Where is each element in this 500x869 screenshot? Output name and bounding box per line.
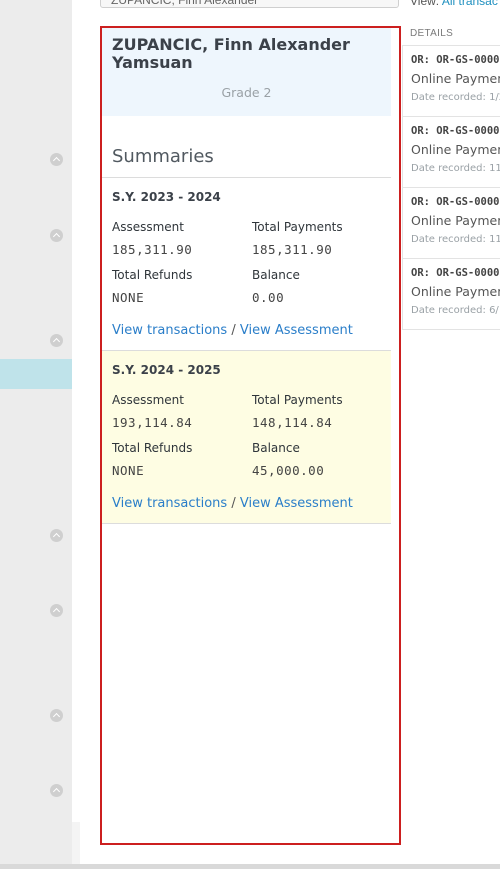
balance-value: 0.00 — [252, 290, 285, 305]
transactions-panel: View: All transac DETAILS OR: OR-GS-0000… — [402, 0, 500, 869]
view-assessment-link[interactable]: View Assessment — [240, 323, 353, 338]
chevron-up-icon[interactable] — [50, 529, 63, 542]
school-year-summary-current: S.Y. 2024 - 2025 Assessment 193,114.84 T… — [102, 351, 391, 524]
or-number: OR: OR-GS-0000 — [411, 196, 500, 208]
summary-links: View transactions / View Assessment — [112, 323, 391, 338]
transaction-item[interactable]: OR: OR-GS-0000 Online Payment Date recor… — [402, 46, 500, 117]
student-grade: Grade 2 — [221, 85, 272, 100]
balance-label: Balance — [252, 441, 300, 455]
details-label: DETAILS — [410, 28, 454, 39]
view-transactions-link[interactable]: View transactions — [112, 496, 227, 511]
view-filter-link[interactable]: All transac — [442, 0, 498, 8]
chevron-up-icon[interactable] — [50, 334, 63, 347]
transaction-item[interactable]: OR: OR-GS-0000 Online Payment Date recor… — [402, 259, 500, 330]
or-number: OR: OR-GS-0000 — [411, 267, 500, 279]
total-payments-label: Total Payments — [252, 220, 343, 234]
assessment-label: Assessment — [112, 220, 184, 234]
transaction-item[interactable]: OR: OR-GS-0000 Online Payment Date recor… — [402, 188, 500, 259]
assessment-label: Assessment — [112, 393, 184, 407]
summary-links: View transactions / View Assessment — [112, 496, 391, 511]
link-separator: / — [227, 323, 240, 338]
school-year-title: S.Y. 2023 - 2024 — [112, 190, 221, 204]
date-recorded: Date recorded: 11 — [411, 163, 500, 174]
balance-label: Balance — [252, 268, 300, 282]
chevron-up-icon[interactable] — [50, 229, 63, 242]
school-year-summary: S.Y. 2023 - 2024 Assessment 185,311.90 T… — [102, 178, 391, 351]
balance-value: 45,000.00 — [252, 463, 325, 478]
total-refunds-label: Total Refunds — [112, 268, 193, 282]
transaction-list: OR: OR-GS-0000 Online Payment Date recor… — [402, 45, 500, 330]
payment-type: Online Payment — [411, 71, 500, 86]
assessment-value: 185,311.90 — [112, 242, 193, 257]
student-header: ZUPANCIC, Finn Alexander Yamsuan Grade 2 — [102, 28, 391, 116]
view-assessment-link[interactable]: View Assessment — [240, 496, 353, 511]
total-payments-value: 148,114.84 — [252, 415, 333, 430]
school-year-title: S.Y. 2024 - 2025 — [112, 363, 221, 377]
date-recorded: Date recorded: 11 — [411, 234, 500, 245]
total-refunds-label: Total Refunds — [112, 441, 193, 455]
date-recorded: Date recorded: 1/2 — [411, 92, 500, 103]
view-filter-label: View: — [410, 0, 442, 8]
or-number: OR: OR-GS-0000 — [411, 54, 500, 66]
chevron-up-icon[interactable] — [50, 153, 63, 166]
assessment-value: 193,114.84 — [112, 415, 193, 430]
total-payments-value: 185,311.90 — [252, 242, 333, 257]
payment-type: Online Payment — [411, 142, 500, 157]
view-filter: View: All transac — [410, 0, 498, 8]
student-summary-panel: ZUPANCIC, Finn Alexander Yamsuan Grade 2… — [100, 26, 401, 845]
view-transactions-link[interactable]: View transactions — [112, 323, 227, 338]
transaction-item[interactable]: OR: OR-GS-0000 Online Payment Date recor… — [402, 117, 500, 188]
bottom-scroll-bar[interactable] — [0, 864, 500, 869]
chevron-up-icon[interactable] — [50, 604, 63, 617]
total-refunds-value: NONE — [112, 463, 145, 478]
summaries-title: Summaries — [102, 116, 391, 178]
date-recorded: Date recorded: 6/ — [411, 305, 499, 316]
student-search-field[interactable]: ZUPANCIC, Finn Alexander — [100, 0, 399, 8]
sidebar-gap — [72, 0, 80, 869]
left-sidebar — [0, 0, 72, 869]
total-payments-label: Total Payments — [252, 393, 343, 407]
or-number: OR: OR-GS-0000 — [411, 125, 500, 137]
student-name: ZUPANCIC, Finn Alexander Yamsuan — [112, 35, 350, 72]
sidebar-active-item[interactable] — [0, 359, 72, 389]
chevron-up-icon[interactable] — [50, 784, 63, 797]
total-refunds-value: NONE — [112, 290, 145, 305]
link-separator: / — [227, 496, 240, 511]
payment-type: Online Payment — [411, 284, 500, 299]
payment-type: Online Payment — [411, 213, 500, 228]
sidebar-bottom-strip — [72, 822, 80, 869]
chevron-up-icon[interactable] — [50, 709, 63, 722]
